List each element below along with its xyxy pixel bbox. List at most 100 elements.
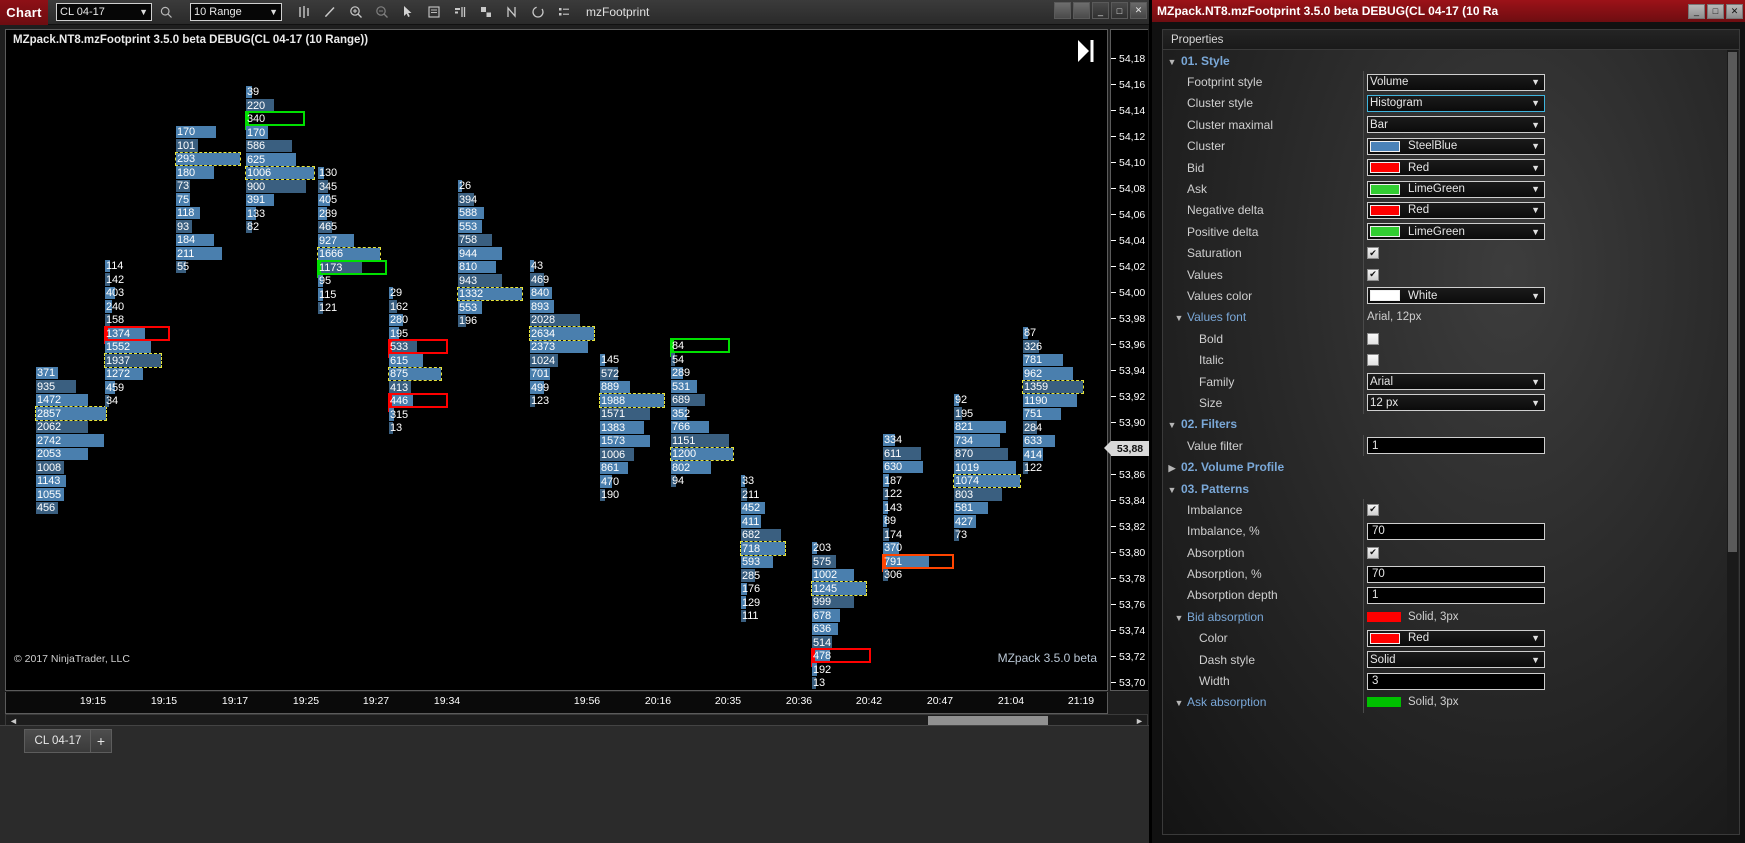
footprint-cell[interactable]: 293	[175, 151, 241, 166]
footprint-cell[interactable]: 315	[389, 408, 408, 422]
chevron-down-icon[interactable]: ▼	[1531, 633, 1542, 643]
footprint-column[interactable]: 92 195 821 734 870 1019 1074 803 581 427 73	[953, 393, 1021, 542]
footprint-cell[interactable]: 1374	[103, 325, 170, 344]
footprint-cell[interactable]: 465	[318, 220, 343, 234]
footprint-cell[interactable]: 2742	[36, 434, 104, 448]
footprint-cell[interactable]: 927	[318, 234, 354, 248]
footprint-cell[interactable]: 636	[812, 622, 838, 636]
footprint-cell[interactable]: 2028	[530, 313, 580, 327]
footprint-cell[interactable]: 289	[671, 366, 696, 380]
bar-tool-icon[interactable]	[474, 1, 498, 23]
footprint-cell[interactable]: 1200	[670, 446, 734, 461]
footprint-cell[interactable]: 531	[671, 380, 697, 394]
footprint-column[interactable]: 43 469 840 893 2028 2634 2373 1024 701 499 123	[529, 259, 595, 408]
chart-canvas[interactable]: MZpack.NT8.mzFootprint 3.5.0 beta DEBUG(…	[5, 29, 1108, 691]
footprint-cell[interactable]: 499	[530, 381, 555, 395]
footprint-cell[interactable]: 73	[954, 528, 979, 542]
chevron-down-icon[interactable]: ▼	[1171, 313, 1187, 323]
footprint-cell[interactable]: 751	[1023, 407, 1061, 421]
footprint-cell[interactable]: 469	[530, 273, 555, 287]
footprint-cell[interactable]: 196	[458, 314, 483, 328]
footprint-cell[interactable]: 875	[388, 366, 442, 381]
footprint-cell[interactable]: 1937	[104, 353, 162, 368]
price-axis[interactable]: 54,18 54,16 54,14 54,12 54,10 54,08 54,06 54,04…	[1104, 29, 1149, 691]
chevron-right-icon[interactable]: ▶	[1163, 463, 1181, 474]
footprint-cell[interactable]: 633	[1023, 434, 1055, 448]
footprint-cell[interactable]: 1552	[105, 340, 151, 354]
property-row-group-volume-profile[interactable]: ▶ 02. Volume Profile	[1163, 456, 1739, 477]
footprint-cell[interactable]: 162	[389, 300, 408, 314]
footprint-column[interactable]: 170 101 293 180 73 75 118 93 184 211 55	[175, 125, 241, 274]
footprint-cell[interactable]: 1006	[600, 448, 634, 462]
interval-selector[interactable]: 10 Range ▼	[190, 3, 282, 21]
footprint-cell[interactable]: 334	[883, 433, 902, 447]
combobox-footprint-style[interactable]: Volume ▼	[1367, 73, 1545, 91]
footprint-cell[interactable]: 413	[389, 381, 411, 395]
footprint-cell[interactable]: 121	[318, 301, 343, 315]
footprint-cell[interactable]: 935	[36, 380, 76, 394]
footprint-cell[interactable]: 284	[1023, 421, 1048, 435]
footprint-cell[interactable]: 403	[105, 286, 130, 300]
combobox-dash-style[interactable]: Solid ▼	[1367, 651, 1545, 669]
footprint-cell[interactable]: 678	[812, 609, 840, 623]
footprint-cell[interactable]: 1359	[1022, 379, 1084, 394]
footprint-cell[interactable]: 1143	[36, 474, 66, 488]
footprint-cell[interactable]: 1006	[245, 165, 315, 180]
footprint-cell[interactable]: 170	[176, 125, 216, 139]
footprint-cell[interactable]: 184	[176, 233, 214, 247]
input-absorption-pct[interactable]: 70	[1367, 565, 1545, 583]
footprint-cell[interactable]: 352	[671, 407, 696, 421]
chevron-down-icon[interactable]: ▼	[1531, 184, 1542, 194]
chevron-down-icon[interactable]: ▼	[1163, 57, 1181, 67]
footprint-cell[interactable]: 1666	[317, 246, 381, 261]
footprint-cell[interactable]: 92	[954, 393, 979, 407]
chevron-down-icon[interactable]: ▼	[1531, 141, 1542, 151]
color-picker-cluster[interactable]: SteelBlue ▼	[1367, 137, 1545, 155]
footprint-cell[interactable]: 122	[1023, 461, 1048, 475]
footprint-cell[interactable]: 289	[318, 207, 343, 221]
footprint-cell[interactable]: 1074	[953, 473, 1021, 488]
chevron-down-icon[interactable]: ▼	[1171, 613, 1187, 623]
footprint-cell[interactable]: 625	[246, 153, 296, 167]
footprint-cell[interactable]: 478	[810, 648, 871, 666]
footprint-cell[interactable]: 195	[954, 407, 979, 421]
footprint-cell[interactable]: 588	[458, 206, 484, 220]
chevron-down-icon[interactable]: ▼	[1531, 98, 1542, 108]
footprint-cell[interactable]: 870	[954, 447, 1008, 461]
zoom-in-icon[interactable]	[344, 1, 368, 23]
footprint-cell[interactable]: 611	[883, 447, 921, 461]
chevron-down-icon[interactable]: ▼	[1531, 77, 1542, 87]
footprint-cell[interactable]: 586	[246, 139, 292, 153]
color-picker-positive-delta[interactable]: LimeGreen ▼	[1367, 223, 1545, 241]
color-picker-values-color[interactable]: White ▼	[1367, 287, 1545, 305]
combobox-family[interactable]: Arial ▼	[1367, 373, 1545, 391]
footprint-cell[interactable]: 143	[883, 501, 902, 515]
footprint-cell[interactable]: 133	[246, 207, 271, 221]
footprint-column[interactable]: 84 54 289 531 689 352 766 1151 1200 802 94	[669, 338, 734, 488]
chevron-down-icon[interactable]: ▼	[1531, 163, 1542, 173]
footprint-cell[interactable]: 240	[105, 300, 130, 314]
footprint-cell[interactable]: 158	[105, 313, 130, 327]
last-bar-marker-icon[interactable]	[1075, 38, 1097, 67]
footprint-cell[interactable]: 1190	[1023, 394, 1077, 408]
footprint-cell[interactable]: 900	[246, 180, 306, 194]
color-picker-negative-delta[interactable]: Red ▼	[1367, 201, 1545, 219]
footprint-cell[interactable]: 682	[741, 528, 781, 542]
footprint-cell[interactable]: 533	[387, 339, 448, 357]
footprint-column[interactable]: 87 326 781 962 1359 1190 751 284 633 414 122	[1022, 326, 1084, 475]
zoom-out-icon[interactable]	[370, 1, 394, 23]
footprint-cell[interactable]: 203	[812, 541, 837, 555]
maximize-button[interactable]: □	[1111, 2, 1128, 19]
footprint-cell[interactable]: 2857	[35, 406, 107, 421]
chevron-down-icon[interactable]: ▼	[1171, 698, 1187, 708]
footprint-cell[interactable]: 285	[741, 569, 760, 583]
chevron-down-icon[interactable]: ▼	[1531, 227, 1542, 237]
properties-minimize-button[interactable]: _	[1688, 3, 1705, 19]
search-icon[interactable]	[154, 1, 178, 23]
footprint-cell[interactable]: 73	[176, 179, 195, 193]
footprint-cell[interactable]: 1008	[36, 461, 64, 475]
footprint-cell[interactable]: 630	[883, 460, 923, 474]
footprint-cell[interactable]: 2373	[530, 340, 588, 354]
footprint-column[interactable]: 29 162 280 195 533 615 875 413 446 315 13	[387, 286, 448, 435]
footprint-cell[interactable]: 190	[600, 488, 625, 502]
